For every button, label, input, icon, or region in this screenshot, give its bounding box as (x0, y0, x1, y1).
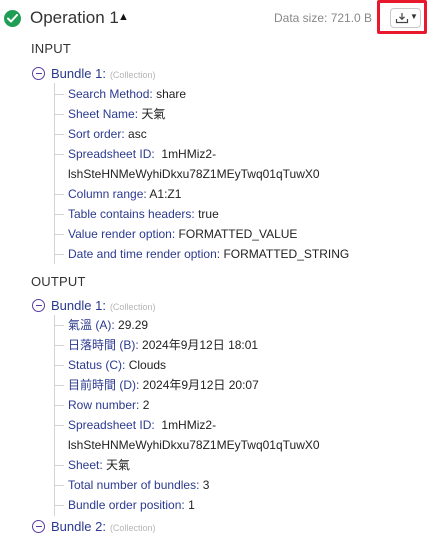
output-section-label: OUTPUT (31, 274, 86, 289)
data-size-label: Data size: 721.0 B (274, 11, 373, 25)
input-row-search-method: Search Method: share (54, 84, 186, 104)
output-row-sheet: Sheet: 天氣 (54, 455, 130, 475)
collapse-minus-icon[interactable] (32, 299, 45, 312)
input-row-datetime-render: Date and time render option: FORMATTED_S… (54, 244, 349, 264)
input-section-label: INPUT (31, 41, 71, 56)
tree-line (54, 83, 55, 264)
input-row-sheet-name: Sheet Name: 天氣 (54, 104, 165, 124)
download-highlight-box (377, 0, 427, 34)
bundle-label: Bundle 1: (51, 66, 106, 81)
output-row-status: Status (C): Clouds (54, 355, 166, 375)
output-bundle-2[interactable]: Bundle 2: (Collection) (32, 519, 155, 534)
collapse-caret-icon[interactable]: ▲ (118, 11, 129, 23)
collection-tag: (Collection) (109, 523, 156, 533)
output-row-bundle-position: Bundle order position: 1 (55, 495, 195, 515)
collapse-minus-icon[interactable] (32, 67, 45, 80)
check-circle-icon (4, 10, 21, 27)
input-row-column-range: Column range: A1:Z1 (54, 184, 181, 204)
input-row-value-render: Value render option: FORMATTED_VALUE (54, 224, 297, 244)
output-row-sunset: 日落時間 (B): 2024年9月12日 18:01 (54, 335, 258, 355)
output-row-total-bundles: Total number of bundles: 3 (54, 475, 209, 495)
output-row-row-number: Row number: 2 (54, 395, 149, 415)
bundle-label: Bundle 2: (51, 519, 106, 534)
operation-header: Operation 1 ▲ Data size: 721.0 B ▼ (0, 0, 429, 38)
input-row-table-headers: Table contains headers: true (55, 204, 219, 224)
collapse-minus-icon[interactable] (32, 520, 45, 533)
input-row-spreadsheet-id: Spreadsheet ID: 1mHMiz2- lshSteHNMeWyhiDk… (54, 144, 320, 181)
output-row-temperature: 氣溫 (A): 29.29 (54, 315, 148, 335)
output-bundle-1[interactable]: Bundle 1: (Collection) (32, 298, 155, 313)
collection-tag: (Collection) (109, 70, 156, 80)
bundle-label: Bundle 1: (51, 298, 106, 313)
output-row-current-time: 目前時間 (D): 2024年9月12日 20:07 (55, 375, 259, 395)
collection-tag: (Collection) (109, 302, 156, 312)
operation-title[interactable]: Operation 1 (30, 8, 119, 28)
input-row-sort-order: Sort order: asc (55, 124, 147, 144)
output-row-spreadsheet-id: Spreadsheet ID: 1mHMiz2- lshSteHNMeWyhiDk… (54, 415, 320, 452)
input-bundle-1[interactable]: Bundle 1: (Collection) (32, 66, 155, 81)
